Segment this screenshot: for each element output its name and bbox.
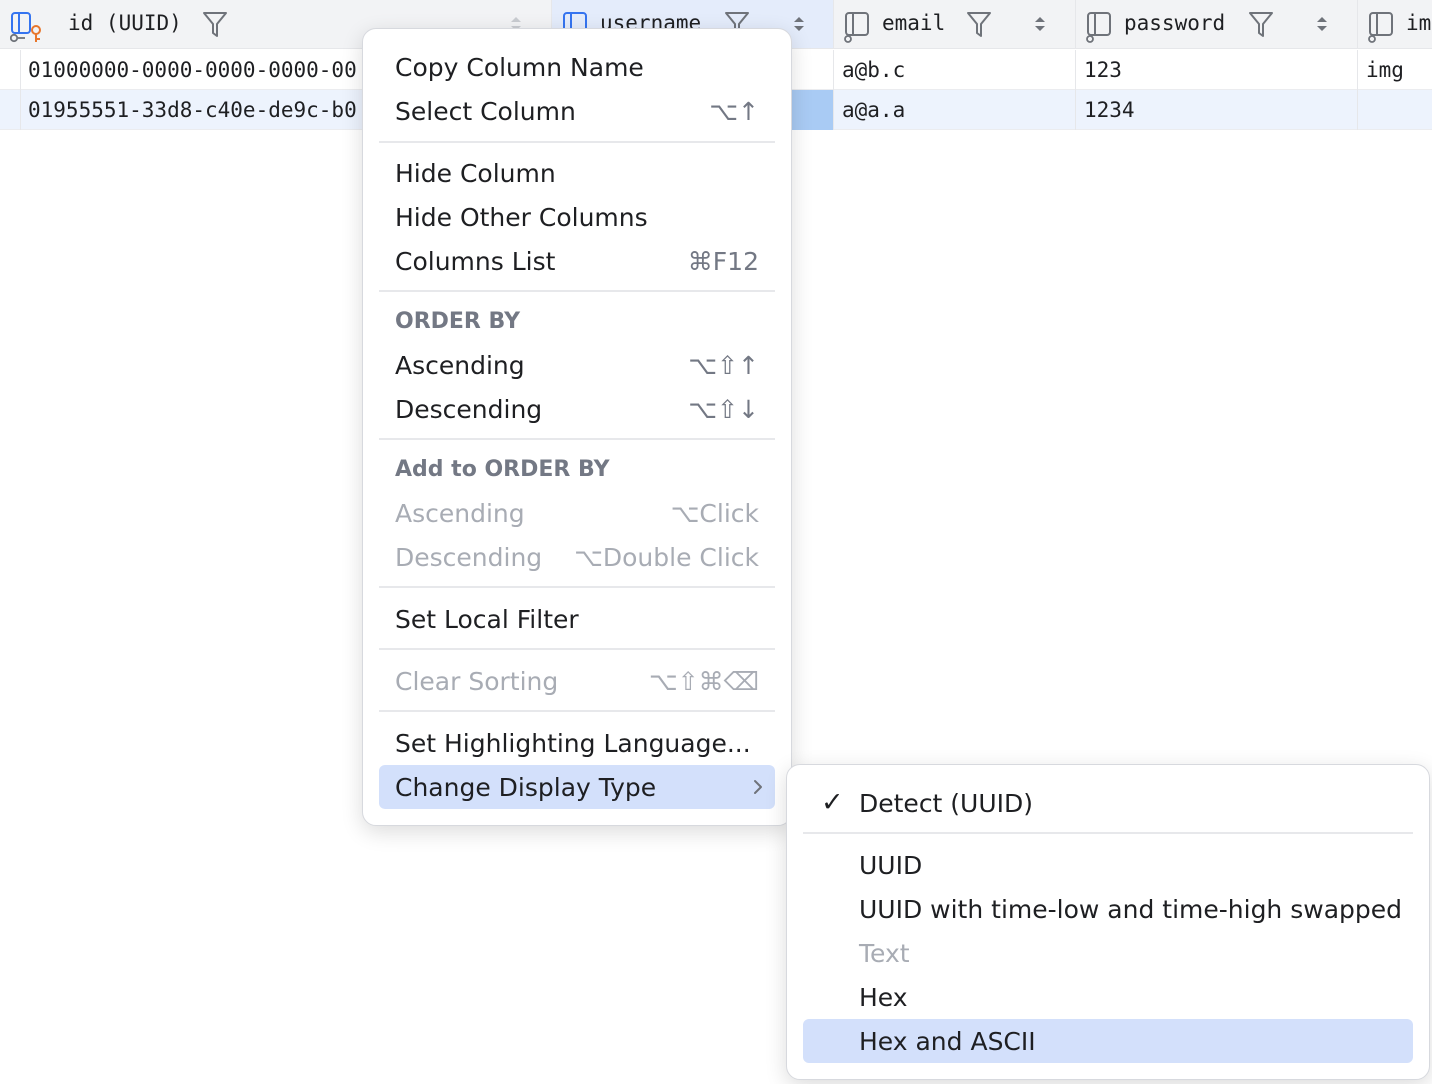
menu-item-label: Text (859, 939, 910, 968)
cell-email[interactable]: a@a.a (834, 90, 1076, 130)
column-header-password[interactable]: password (1076, 0, 1358, 48)
menu-item-order-ascending[interactable]: Ascending ⌥⇧↑ (379, 343, 775, 387)
menu-separator (379, 710, 775, 712)
column-name: im (1406, 11, 1432, 35)
menu-item-label: Copy Column Name (395, 53, 644, 82)
column-name: id (UUID) (68, 11, 182, 35)
column-icon (1368, 12, 1393, 43)
menu-item-label: Set Highlighting Language... (395, 729, 751, 758)
menu-item-label: Descending (395, 543, 543, 572)
menu-item-set-local-filter[interactable]: Set Local Filter (379, 597, 775, 641)
submenu-item-text: Text (803, 931, 1413, 975)
menu-item-select-column[interactable]: Select Column ⌥↑ (379, 89, 775, 133)
menu-item-add-ascending: Ascending ⌥Click (379, 491, 775, 535)
cell-password[interactable]: 1234 (1076, 90, 1358, 130)
menu-item-change-display-type[interactable]: Change Display Type (379, 765, 775, 809)
menu-separator (379, 586, 775, 588)
column-header-email[interactable]: email (834, 0, 1076, 48)
row-gutter[interactable] (0, 50, 21, 90)
menu-item-label: Change Display Type (395, 773, 657, 802)
menu-separator (379, 290, 775, 292)
submenu-item-detect[interactable]: ✓ Detect (UUID) (803, 781, 1413, 825)
menu-item-label: Detect (UUID) (859, 789, 1034, 818)
primary-key-column-icon (10, 12, 41, 43)
sort-icon[interactable] (792, 14, 806, 34)
menu-item-shortcut: ⌥⇧↑ (688, 351, 759, 380)
sort-icon[interactable] (1315, 14, 1329, 34)
submenu-item-hex-and-ascii[interactable]: Hex and ASCII (803, 1019, 1413, 1063)
menu-item-label: Select Column (395, 97, 576, 126)
menu-item-shortcut: ⌥⇧⌘⌫ (648, 667, 759, 696)
checkmark-icon: ✓ (821, 787, 844, 818)
sort-icon[interactable] (1033, 14, 1047, 34)
column-name: email (882, 11, 946, 35)
filter-icon[interactable] (202, 10, 228, 38)
menu-item-label: Hide Column (395, 159, 556, 188)
menu-section-add-to-order-by: Add to ORDER BY (395, 457, 610, 482)
menu-item-label: Hex and ASCII (859, 1027, 1036, 1056)
column-icon (844, 12, 869, 43)
filter-icon[interactable] (1248, 10, 1274, 38)
menu-item-columns-list[interactable]: Columns List ⌘F12 (379, 239, 775, 283)
menu-item-label: UUID (859, 851, 923, 880)
menu-item-label: Clear Sorting (395, 667, 559, 696)
menu-item-hide-other-columns[interactable]: Hide Other Columns (379, 195, 775, 239)
menu-item-hide-column[interactable]: Hide Column (379, 151, 775, 195)
cell-img[interactable] (1358, 90, 1432, 130)
column-name: password (1124, 11, 1226, 35)
menu-item-copy-column-name[interactable]: Copy Column Name (379, 45, 775, 89)
chevron-right-icon (754, 780, 762, 794)
menu-item-shortcut: ⌥↑ (709, 97, 759, 126)
menu-item-label: Hide Other Columns (395, 203, 648, 232)
column-context-menu: Copy Column Name Select Column ⌥↑ Hide C… (362, 28, 792, 826)
menu-item-label: Ascending (395, 351, 525, 380)
menu-item-set-highlighting-language[interactable]: Set Highlighting Language... (379, 721, 775, 765)
menu-item-label: Descending (395, 395, 543, 424)
submenu-item-uuid-swapped[interactable]: UUID with time-low and time-high swapped (803, 887, 1413, 931)
menu-item-shortcut: ⌥⇧↓ (688, 395, 759, 424)
menu-item-shortcut: ⌥Click (670, 499, 759, 528)
menu-item-shortcut: ⌘F12 (687, 247, 759, 276)
menu-separator (379, 648, 775, 650)
menu-separator (379, 141, 775, 143)
menu-item-label: Columns List (395, 247, 556, 276)
menu-item-label: UUID with time-low and time-high swapped (859, 895, 1403, 924)
menu-separator (803, 832, 1413, 834)
row-gutter[interactable] (0, 90, 21, 130)
column-icon (1086, 12, 1111, 43)
menu-item-label: Set Local Filter (395, 605, 579, 634)
cell-password[interactable]: 123 (1076, 50, 1358, 90)
menu-separator (379, 438, 775, 440)
cell-email[interactable]: a@b.c (834, 50, 1076, 90)
cell-img[interactable]: img (1358, 50, 1432, 90)
menu-item-label: Ascending (395, 499, 525, 528)
menu-item-label: Hex (859, 983, 908, 1012)
menu-item-order-descending[interactable]: Descending ⌥⇧↓ (379, 387, 775, 431)
menu-item-shortcut: ⌥Double Click (574, 543, 759, 572)
submenu-item-uuid[interactable]: UUID (803, 843, 1413, 887)
menu-item-add-descending: Descending ⌥Double Click (379, 535, 775, 579)
submenu-item-hex[interactable]: Hex (803, 975, 1413, 1019)
display-type-submenu: ✓ Detect (UUID) UUID UUID with time-low … (786, 764, 1430, 1080)
menu-section-order-by: ORDER BY (395, 309, 521, 334)
menu-item-clear-sorting: Clear Sorting ⌥⇧⌘⌫ (379, 659, 775, 703)
filter-icon[interactable] (966, 10, 992, 38)
column-header-img[interactable]: im (1358, 0, 1432, 48)
